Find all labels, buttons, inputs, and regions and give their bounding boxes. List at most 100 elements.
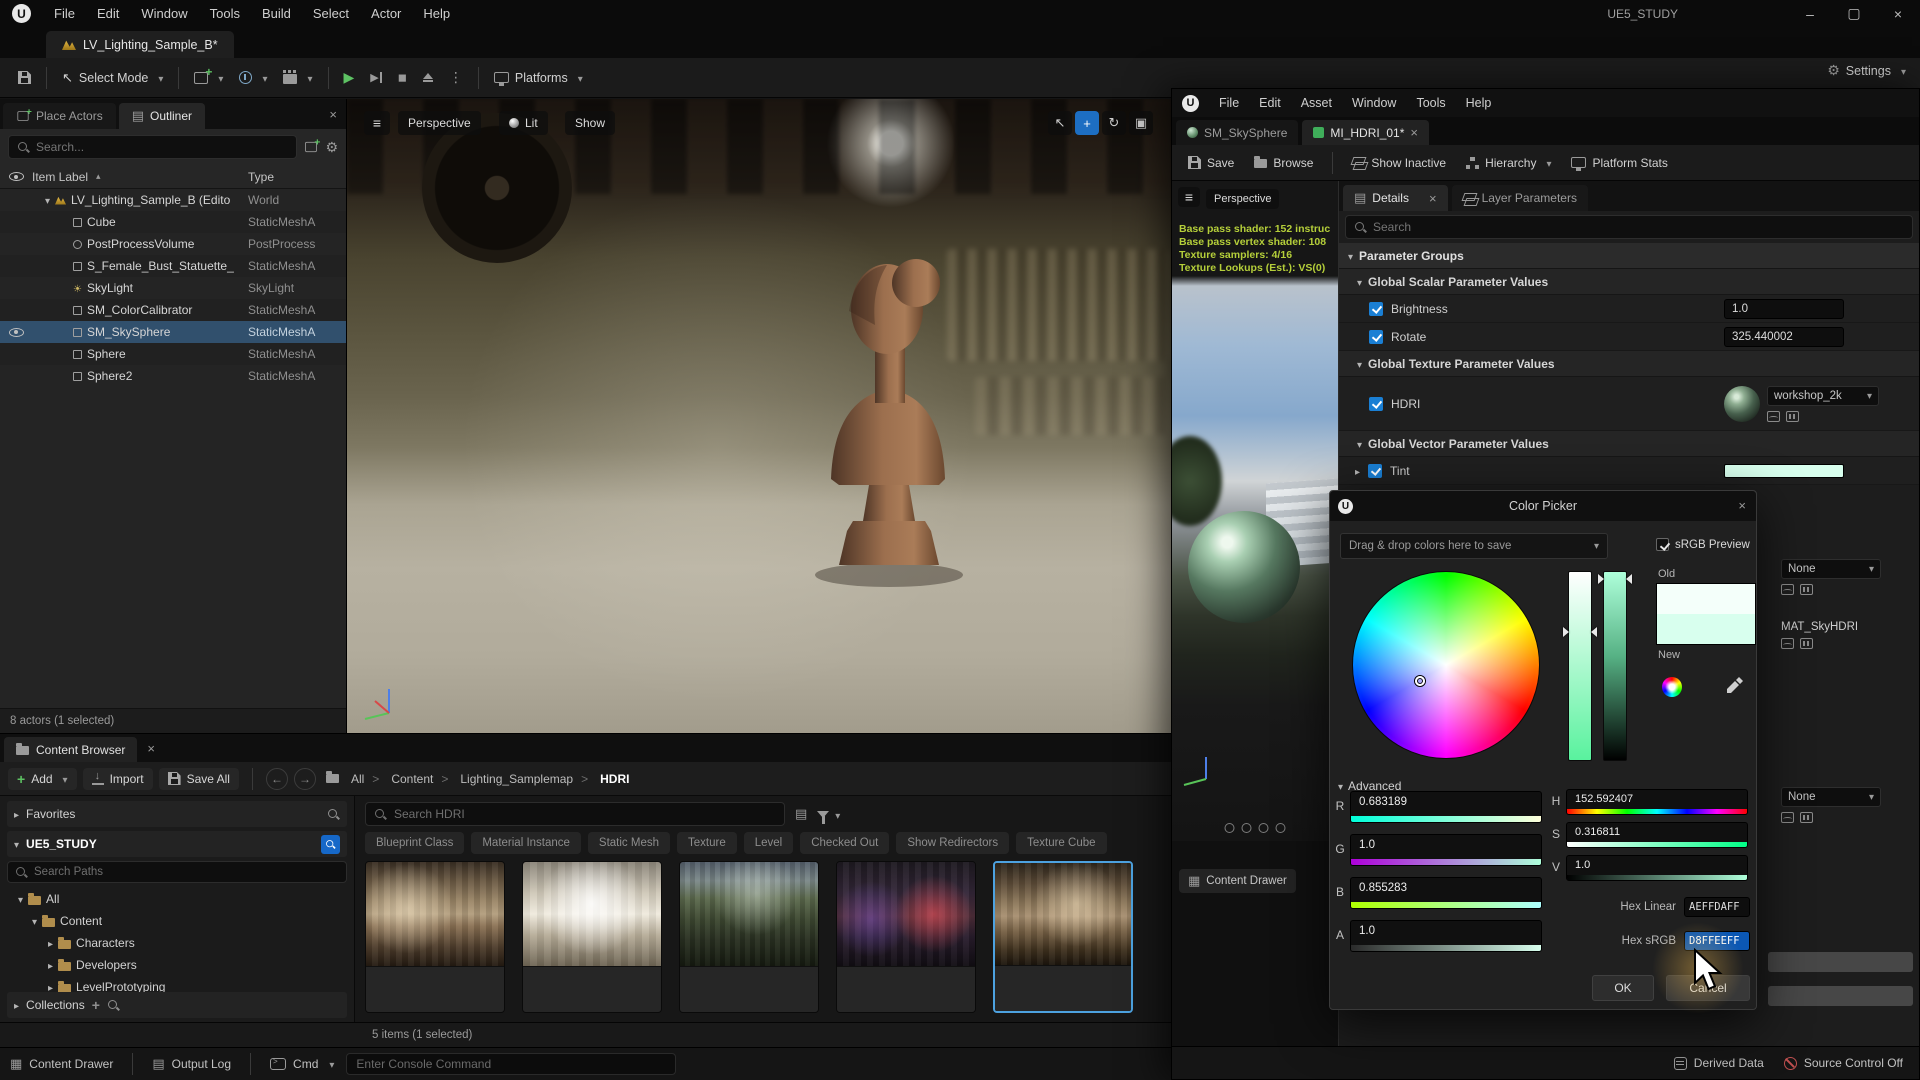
tab-content-browser[interactable]: Content Browser [4,737,137,762]
stop-button[interactable] [390,66,415,89]
override-checkbox[interactable] [1368,464,1382,478]
shape-plane-button[interactable] [1259,823,1269,833]
content-drawer-button[interactable]: Content Drawer [10,1056,113,1072]
tree-item-levelprototyping[interactable]: LevelPrototyping [7,976,347,992]
tab-skysphere[interactable]: SM_SkySphere [1176,120,1298,145]
cmd-dropdown[interactable]: Cmd [270,1057,334,1071]
theme-color-dropdown[interactable]: Drag & drop colors here to save [1340,533,1608,559]
override-checkbox[interactable] [1369,330,1383,344]
close-tab-icon[interactable] [1429,191,1437,206]
color-wheel[interactable] [1352,571,1540,759]
rotate-tool-button[interactable]: ↻ [1102,111,1126,135]
srgb-preview-toggle[interactable]: sRGB Preview [1656,538,1750,551]
blueprints-button[interactable] [231,66,275,90]
collections-section[interactable]: Collections + [7,992,347,1018]
details-search-box[interactable] [1345,215,1913,239]
asset-thumbnail[interactable] [679,861,819,1013]
filter-blueprint-class[interactable]: Blueprint Class [365,832,464,854]
section-global-vector[interactable]: Global Vector Parameter Values [1339,431,1919,457]
expander-icon[interactable] [45,193,50,207]
outliner-search[interactable] [8,135,297,159]
breadcrumb-content[interactable]: Content [389,770,458,788]
preview-menu-button[interactable] [1178,187,1200,207]
preview-perspective-button[interactable]: Perspective [1206,189,1279,209]
eject-button[interactable] [415,68,441,88]
add-collection-icon[interactable]: + [92,1000,100,1010]
scale-tool-button[interactable]: ▣ [1129,111,1153,135]
forward-button[interactable]: → [294,768,316,790]
content-drawer-button[interactable]: Content Drawer [1179,869,1296,893]
restore-button[interactable]: ▢ [1832,0,1876,27]
outliner-row-postprocess[interactable]: PostProcessVolume PostProcess [0,233,346,255]
a-channel-slider[interactable]: 1.0 [1350,920,1542,952]
asset-thumbnail-selected[interactable] [993,861,1133,1013]
close-dialog-icon[interactable] [1738,498,1746,513]
folder-icon[interactable] [326,774,339,783]
menu-actor[interactable]: Actor [360,0,412,27]
visibility-column-icon[interactable] [9,172,24,181]
b-channel-slider[interactable]: 0.855283 [1350,877,1542,909]
section-global-texture[interactable]: Global Texture Parameter Values [1339,351,1919,377]
show-inactive-button[interactable]: Show Inactive [1344,152,1454,174]
v-channel-slider[interactable]: 1.0 [1566,855,1748,881]
browse-asset-icon[interactable] [1800,812,1813,823]
console-command-input[interactable] [346,1053,676,1075]
filter-level[interactable]: Level [744,832,794,854]
outliner-row-statuette[interactable]: S_Female_Bust_Statuette_ StaticMeshA [0,255,346,277]
source-control-button[interactable]: Source Control Off [1784,1056,1903,1070]
create-folder-icon[interactable] [305,142,317,152]
play-options-button[interactable] [441,64,471,91]
save-level-button[interactable] [10,66,39,89]
breadcrumb-samplemap[interactable]: Lighting_Samplemap [458,770,598,788]
filter-checked-out[interactable]: Checked Out [800,832,889,854]
filter-show-redirectors[interactable]: Show Redirectors [896,832,1009,854]
platform-stats-button[interactable]: Platform Stats [1563,152,1675,174]
curve-icon[interactable] [1781,812,1794,823]
outliner-row-skylight[interactable]: SkyLight SkyLight [0,277,346,299]
shape-sphere-button[interactable] [1242,823,1252,833]
menu-edit[interactable]: Edit [1249,89,1291,117]
menu-help[interactable]: Help [1456,89,1502,117]
color-wheel-cursor[interactable] [1415,676,1425,686]
browse-button[interactable]: Browse [1246,152,1321,174]
outliner-row-colorcalibrator[interactable]: SM_ColorCalibrator StaticMeshA [0,299,346,321]
curve-icon[interactable] [1781,584,1794,595]
filter-static-mesh[interactable]: Static Mesh [588,832,670,854]
settings-dropdown[interactable]: Settings [1827,62,1906,79]
import-button[interactable]: Import [83,768,153,790]
dialog-title-bar[interactable]: U Color Picker [1330,491,1756,521]
tab-layer-parameters[interactable]: Layer Parameters [1452,185,1588,211]
menu-file[interactable]: File [43,0,86,27]
tab-level[interactable]: LV_Lighting_Sample_B* [46,31,234,58]
browse-asset-icon[interactable] [1800,638,1813,649]
outliner-row-skysphere[interactable]: SM_SkySphere StaticMeshA [0,321,346,343]
derived-data-button[interactable]: Derived Data [1674,1056,1764,1070]
h-channel-slider[interactable]: 152.592407 [1566,789,1748,815]
expander-icon[interactable] [1355,464,1360,478]
menu-window[interactable]: Window [1342,89,1406,117]
output-log-button[interactable]: Output Log [152,1056,231,1072]
cancel-button[interactable]: Cancel [1666,975,1750,1001]
tint-color-swatch[interactable] [1724,464,1844,478]
browse-asset-icon[interactable] [1800,584,1813,595]
curve-icon[interactable] [1767,411,1780,422]
texture-none-dropdown[interactable]: None [1781,559,1881,579]
asset-search-box[interactable] [365,802,785,826]
viewport-show-button[interactable]: Show [565,111,615,135]
cinematics-button[interactable] [275,66,320,90]
close-panel-icon[interactable] [329,107,337,122]
ok-button[interactable]: OK [1592,975,1654,1001]
covered-row-widget[interactable] [1768,986,1913,1006]
outliner-row-sphere2[interactable]: Sphere2 StaticMeshA [0,365,346,387]
outliner-row-sphere[interactable]: Sphere StaticMeshA [0,343,346,365]
menu-asset[interactable]: Asset [1291,89,1342,117]
color-wheel-mode-icon[interactable] [1662,677,1682,697]
hex-linear-input[interactable] [1684,897,1750,917]
parent-material-label[interactable]: MAT_SkyHDRI [1781,621,1858,633]
tab-outliner[interactable]: Outliner [119,103,205,129]
filter-button[interactable] [817,807,840,822]
outliner-search-input[interactable] [36,140,288,154]
outliner-settings-icon[interactable] [325,139,338,156]
menu-file[interactable]: File [1209,89,1249,117]
s-channel-slider[interactable]: 0.316811 [1566,822,1748,848]
